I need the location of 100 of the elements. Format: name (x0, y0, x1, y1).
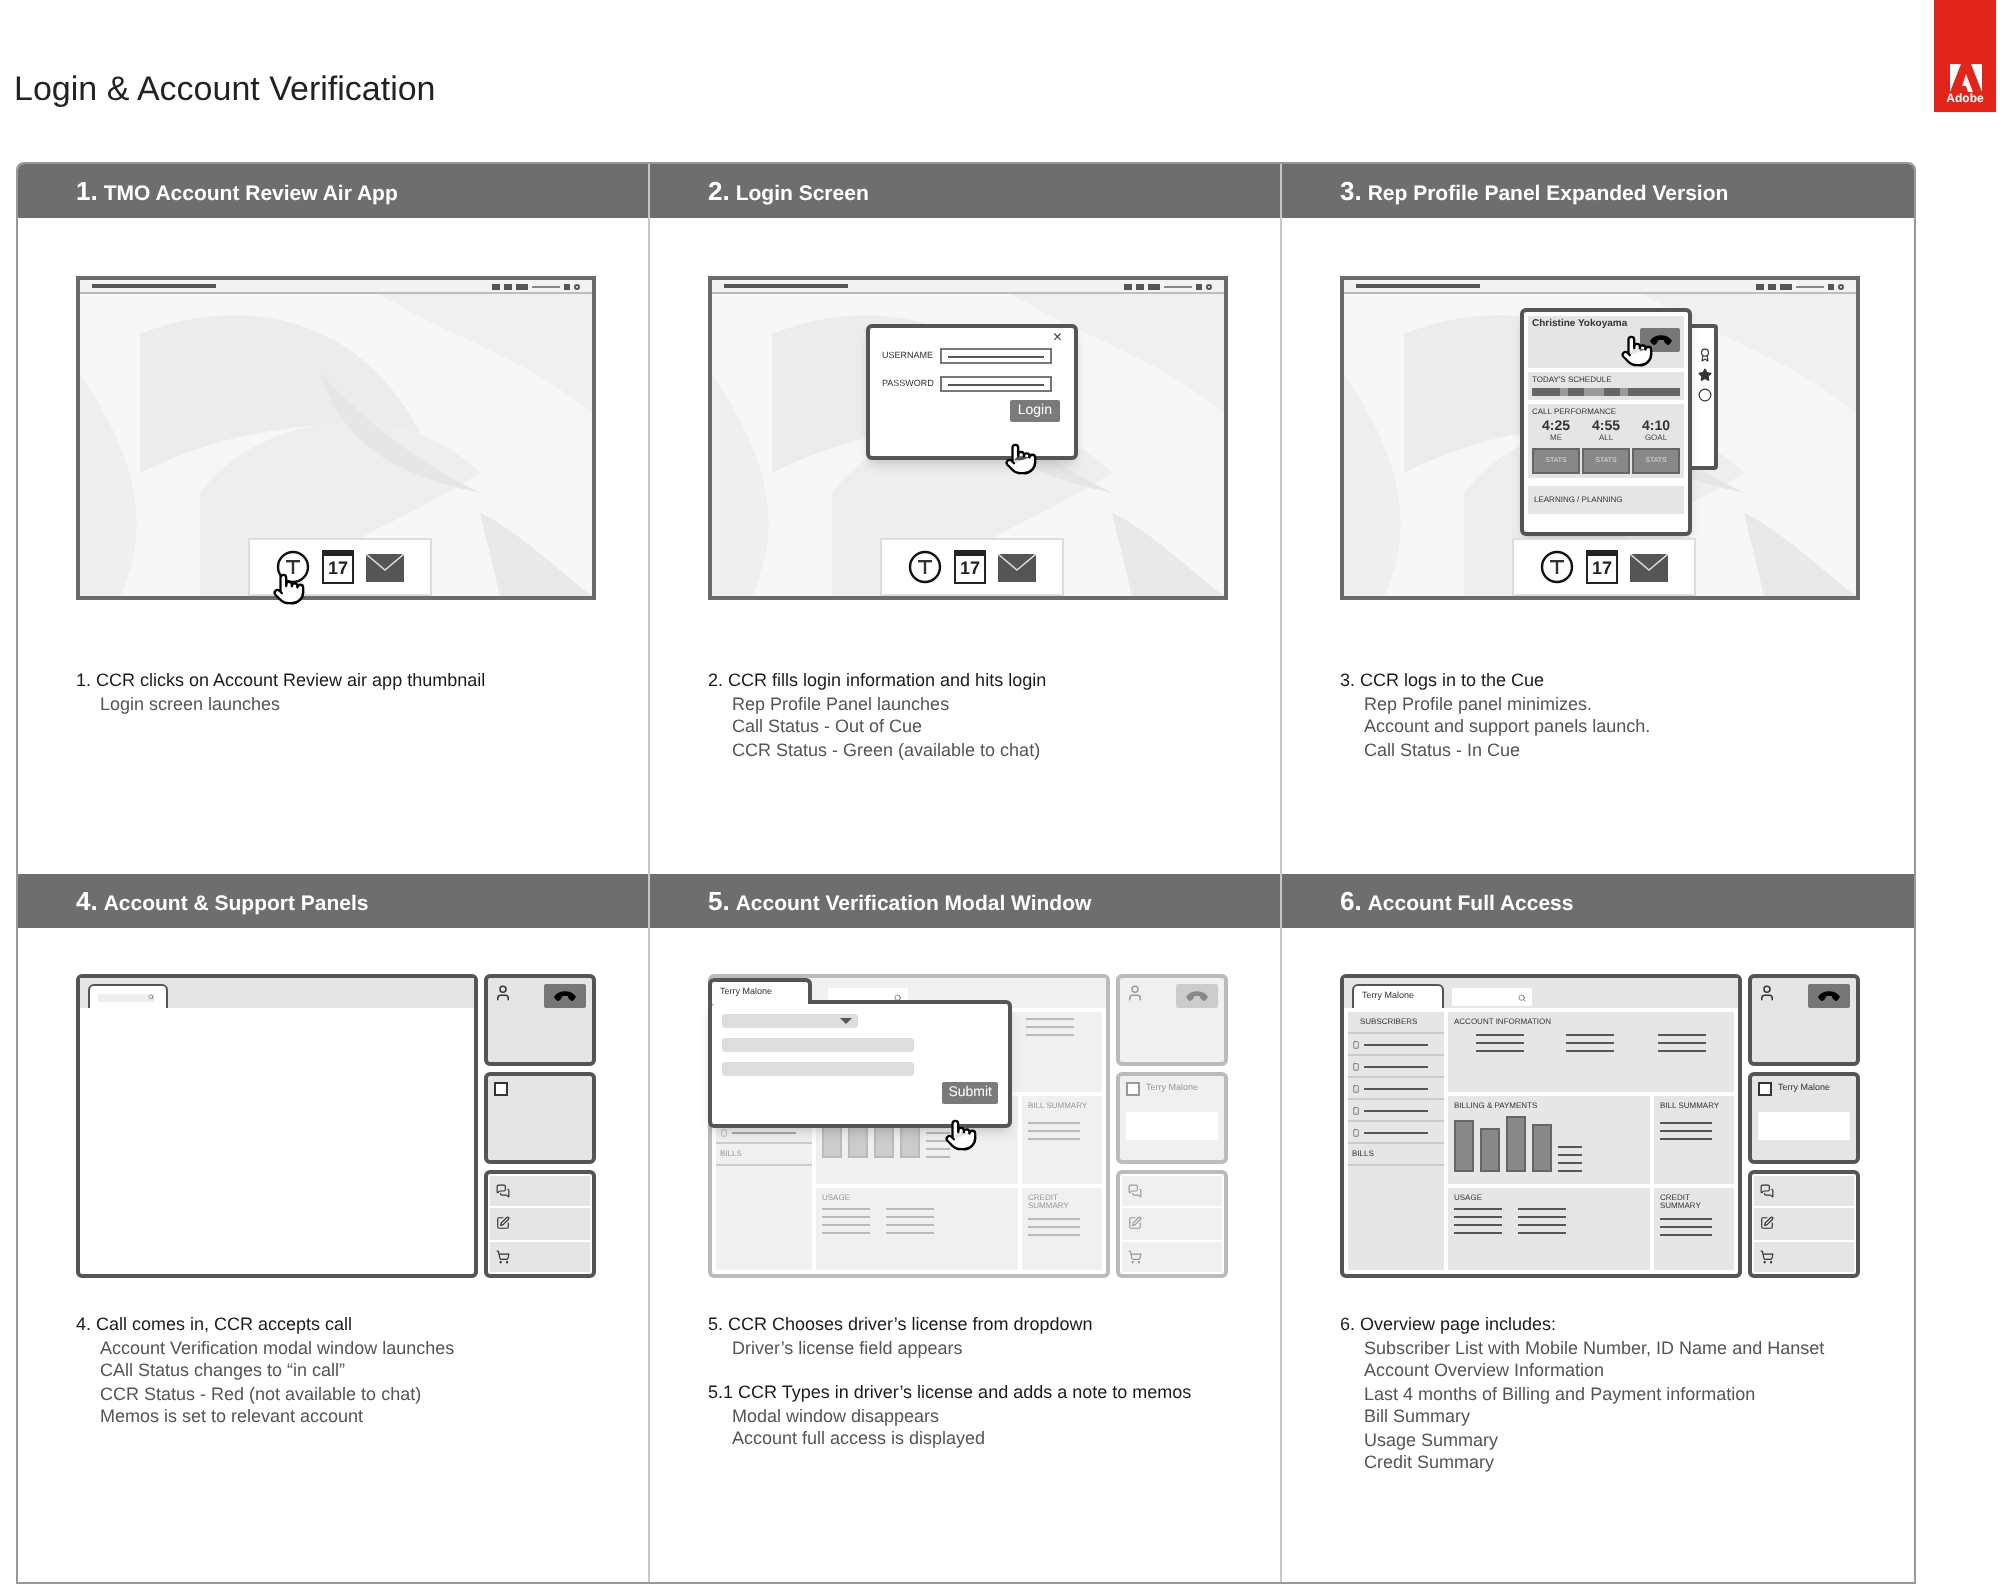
app-logo-icon[interactable] (908, 550, 942, 584)
text-lines-drawing (1658, 1034, 1707, 1052)
cart-icon (1128, 1249, 1142, 1264)
logo-mark-icon (1949, 64, 1981, 92)
calendar-icon[interactable]: 17 (322, 550, 354, 584)
close-button[interactable]: × (1052, 330, 1062, 346)
note-line: Last 4 months of Billing and Payment information (1362, 1383, 1758, 1406)
text-lines-drawing (1454, 1208, 1502, 1234)
text-lines-drawing (926, 1132, 950, 1158)
step-title: Rep Profile Panel Expanded Version (1367, 184, 1729, 205)
checkbox[interactable] (494, 1082, 508, 1096)
app-logo-icon[interactable] (1540, 550, 1574, 584)
memo-field[interactable] (1758, 1112, 1850, 1140)
step-number: 1. (76, 178, 98, 204)
mail-icon[interactable] (998, 553, 1036, 581)
note-line: Credit Summary (1362, 1452, 1497, 1475)
phone-icon (1352, 1105, 1360, 1115)
edit-icon (1128, 1216, 1142, 1231)
step-title: Account & Support Panels (103, 894, 369, 915)
text-lines-drawing (1518, 1208, 1566, 1234)
calendar-date: 17 (327, 560, 348, 578)
note-heading: 1. CCR clicks on Account Review air app thumbnail (76, 670, 488, 693)
edit-icon (496, 1216, 510, 1231)
chat-icon (496, 1184, 510, 1199)
chart-bar (1454, 1120, 1474, 1172)
note-heading: 5.1 CCR Types in driver’s license and adds a note to memos (708, 1382, 1194, 1405)
user-icon (494, 984, 512, 1002)
note-heading: 5. CCR Chooses driver’s license from dropdown (708, 1314, 1095, 1337)
note-line: Driver’s license field appears (730, 1337, 965, 1360)
note-line: Call Status - Out of Cue (730, 716, 925, 739)
note-heading: 6. Overview page includes: (1340, 1314, 1559, 1337)
text-lines-drawing (1566, 1034, 1615, 1052)
circle-icon[interactable] (1698, 388, 1712, 402)
text-lines-drawing (886, 1208, 934, 1234)
dropdown-field[interactable] (722, 1014, 858, 1028)
note-heading: 2. CCR fills login information and hits login (708, 670, 1049, 693)
award-icon[interactable] (1698, 348, 1712, 362)
mail-icon[interactable] (1630, 553, 1668, 581)
status-icons (1756, 283, 1844, 289)
chart-bar (1506, 1116, 1526, 1172)
cart-icon (496, 1249, 510, 1264)
note-line: Memos is set to relevant account (98, 1406, 366, 1429)
phone-icon (1352, 1127, 1360, 1137)
chart-bar (1480, 1128, 1500, 1172)
input-field[interactable] (722, 1038, 914, 1052)
note-line: CCR Status - Red (not available to chat) (98, 1383, 424, 1406)
step-title: Account Verification Modal Window (735, 894, 1092, 915)
note-line: Subscriber List with Mobile Number, ID Name and Hanset (1362, 1337, 1827, 1360)
edit-icon (1760, 1216, 1774, 1231)
tool-row[interactable] (490, 1208, 590, 1240)
step-title: Account Full Access (1367, 894, 1574, 915)
calendar-date: 17 (959, 560, 980, 578)
step-number: 2. (708, 178, 730, 204)
note-line: Account full access is displayed (730, 1428, 988, 1451)
tool-row[interactable] (490, 1176, 590, 1207)
step-title: Login Screen (735, 184, 869, 205)
note-line: CAll Status changes to “in call” (98, 1360, 348, 1383)
calendar-date: 17 (1591, 560, 1612, 578)
input-field[interactable] (722, 1062, 914, 1076)
note-line: Account and support panels launch. (1362, 716, 1653, 739)
calendar-icon[interactable]: 17 (1586, 550, 1618, 584)
note-line: CCR Status - Green (available to chat) (730, 739, 1043, 762)
page-title: Login & Account Verification (14, 72, 436, 106)
account-tab[interactable] (88, 984, 168, 1008)
note-line: Bill Summary (1362, 1406, 1473, 1429)
search-field[interactable] (1452, 988, 1532, 1006)
status-icons (492, 283, 580, 289)
text-lines-drawing (1475, 1034, 1524, 1052)
note-line: Account Overview Information (1362, 1360, 1607, 1383)
checkbox[interactable] (1126, 1082, 1140, 1096)
chart-bar (1532, 1124, 1552, 1172)
phone-icon (720, 1127, 728, 1137)
phone-button[interactable] (1640, 328, 1680, 352)
step-title: TMO Account Review Air App (103, 184, 398, 205)
step-number: 6. (1340, 888, 1362, 914)
cart-icon (1760, 1249, 1774, 1264)
step-number: 5. (708, 888, 730, 914)
note-line: Rep Profile Panel launches (730, 693, 952, 716)
checkbox[interactable] (1758, 1082, 1772, 1096)
calendar-icon[interactable]: 17 (954, 550, 986, 584)
text-lines-drawing (1558, 1146, 1582, 1172)
user-icon (1126, 984, 1144, 1002)
tool-row[interactable] (1754, 1176, 1854, 1207)
mail-icon[interactable] (366, 553, 404, 581)
phone-icon (1352, 1083, 1360, 1093)
star-icon[interactable] (1698, 368, 1712, 382)
search-icon (1518, 993, 1526, 1001)
note-line: Account Verification modal window launches (98, 1337, 457, 1360)
step-number: 3. (1340, 178, 1362, 204)
chat-icon (1128, 1184, 1142, 1199)
tool-row[interactable] (1754, 1208, 1854, 1240)
step-number: 4. (76, 888, 98, 914)
text-lines-drawing (1026, 1018, 1075, 1036)
text-lines-drawing (822, 1208, 870, 1234)
user-icon (1758, 984, 1776, 1002)
phone-icon (1352, 1061, 1360, 1071)
password-field[interactable] (940, 376, 1052, 392)
note-heading: 4. Call comes in, CCR accepts call (76, 1314, 355, 1337)
note-line: Rep Profile panel minimizes. (1362, 693, 1595, 716)
username-field[interactable] (940, 348, 1052, 364)
